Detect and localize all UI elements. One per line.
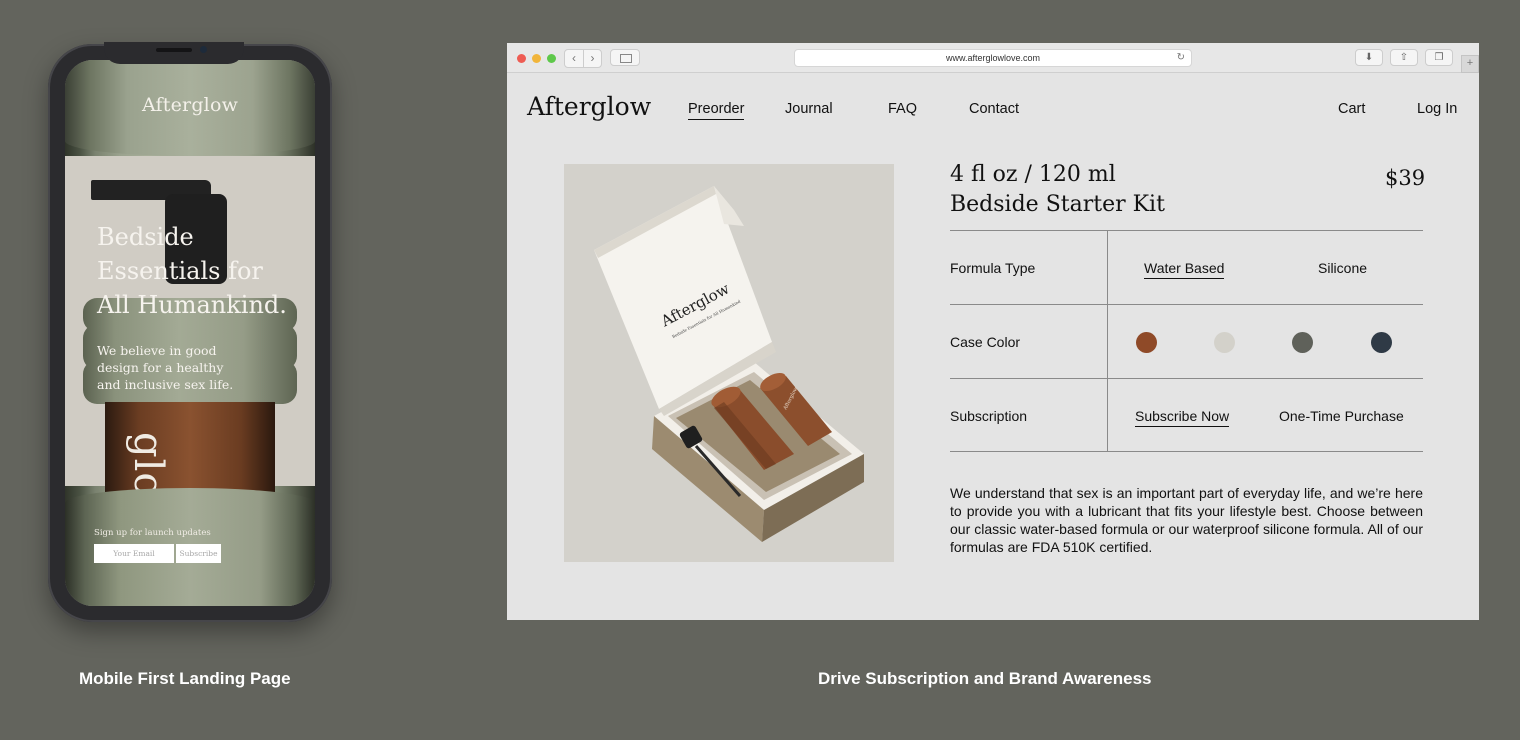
plus-icon[interactable]: +: [1461, 55, 1479, 73]
browser-window: ‹ › www.afterglowlove.com ↻ ⬇ ⇧ ❐ + Afte…: [507, 43, 1479, 620]
color-swatch-stone[interactable]: [1214, 332, 1235, 353]
product-size: 4 fl oz / 120 ml: [950, 162, 1116, 187]
hero-line: Essentials for: [97, 257, 263, 285]
subtext-line: We believe in good: [97, 343, 217, 358]
option-label: Case Color: [950, 334, 1021, 350]
speaker-grille: [156, 48, 192, 52]
nav-login[interactable]: Log In: [1417, 101, 1457, 117]
nav-faq[interactable]: FAQ: [888, 101, 917, 117]
email-input[interactable]: [94, 544, 174, 563]
nav-cart[interactable]: Cart: [1338, 101, 1365, 117]
sidebar-icon[interactable]: [610, 49, 640, 66]
option-label: Subscription: [950, 408, 1028, 424]
option-row-subscription: Subscription Subscribe Now One-Time Purc…: [950, 378, 1423, 452]
subtext-line: and inclusive sex life.: [97, 377, 234, 392]
signup-label: Sign up for launch updates: [94, 528, 211, 538]
option-row-formula: Formula Type Water Based Silicone: [950, 230, 1423, 304]
product-image: Afterglow Bedside Essentials for All Hum…: [564, 164, 894, 562]
product-description: We understand that sex is an important p…: [950, 485, 1423, 555]
subscribe-button[interactable]: Subscribe: [176, 544, 221, 563]
mobile-logo[interactable]: Afterglow: [65, 94, 315, 116]
starter-kit-box-illustration: Afterglow Bedside Essentials for All Hum…: [594, 186, 864, 542]
color-swatch-navy[interactable]: [1371, 332, 1392, 353]
product-options: Formula Type Water Based Silicone Case C…: [950, 230, 1423, 452]
zoom-window-button[interactable]: [547, 54, 556, 63]
caption-desktop: Drive Subscription and Brand Awareness: [818, 669, 1152, 688]
camera-icon: [200, 46, 207, 53]
tabs-icon[interactable]: ❐: [1425, 49, 1453, 66]
product-page: Afterglow Preorder Journal FAQ Contact C…: [507, 74, 1479, 620]
minimize-window-button[interactable]: [532, 54, 541, 63]
subscribe-now-option[interactable]: Subscribe Now: [1135, 408, 1230, 427]
formula-silicone[interactable]: Silicone: [1318, 260, 1367, 276]
mobile-hero-heading: Bedside Essentials for All Humankind.: [97, 220, 307, 322]
mobile-hero-subtext: We believe in good design for a healthy …: [97, 342, 257, 393]
reload-icon[interactable]: ↻: [1177, 50, 1185, 66]
url-text: www.afterglowlove.com: [945, 53, 1041, 63]
caption-mobile: Mobile First Landing Page: [79, 669, 291, 688]
mobile-landing-page: glow Afterglow Bedside Essentials for Al…: [65, 60, 315, 606]
option-row-case-color: Case Color: [950, 304, 1423, 378]
browser-toolbar: ‹ › www.afterglowlove.com ↻ ⬇ ⇧ ❐ +: [507, 43, 1479, 73]
formula-water-based[interactable]: Water Based: [1144, 260, 1225, 279]
nav-journal[interactable]: Journal: [785, 101, 833, 117]
chevron-right-icon[interactable]: ›: [583, 50, 601, 67]
history-buttons: ‹ ›: [564, 49, 602, 68]
close-window-button[interactable]: [517, 54, 526, 63]
share-icon[interactable]: ⇧: [1390, 49, 1418, 66]
signup-form: Subscribe: [94, 544, 221, 563]
nav-contact[interactable]: Contact: [969, 101, 1019, 117]
download-icon[interactable]: ⬇: [1355, 49, 1383, 66]
phone-mockup: glow Afterglow Bedside Essentials for Al…: [48, 42, 332, 622]
color-swatch-olive[interactable]: [1292, 332, 1313, 353]
hero-line: Bedside: [97, 223, 194, 251]
chevron-left-icon[interactable]: ‹: [565, 50, 583, 67]
subtext-line: design for a healthy: [97, 360, 224, 375]
hero-line: All Humankind.: [97, 291, 287, 319]
nav-preorder[interactable]: Preorder: [688, 101, 745, 120]
color-swatch-rust[interactable]: [1136, 332, 1157, 353]
product-price: $39: [1385, 166, 1426, 190]
site-logo[interactable]: Afterglow: [527, 92, 651, 121]
address-bar[interactable]: www.afterglowlove.com ↻: [794, 49, 1192, 67]
option-label: Formula Type: [950, 260, 1036, 276]
one-time-purchase-option[interactable]: One-Time Purchase: [1279, 408, 1404, 424]
product-name: Bedside Starter Kit: [950, 192, 1165, 217]
phone-notch: [104, 42, 244, 64]
